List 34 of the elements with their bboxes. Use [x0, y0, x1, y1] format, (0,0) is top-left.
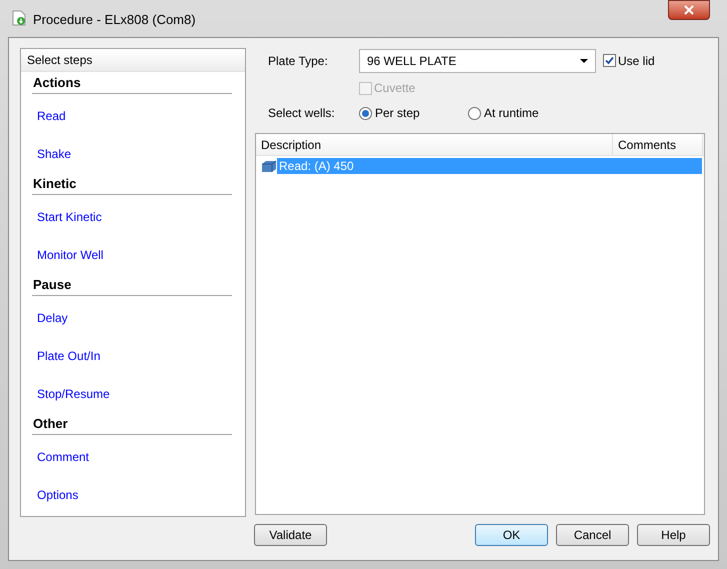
- radio-label: Per step: [375, 105, 420, 122]
- group-heading: Kinetic: [32, 173, 232, 195]
- group-heading: Other: [32, 413, 232, 435]
- radio-label: At runtime: [484, 105, 539, 122]
- dialog-button[interactable]: Validate: [254, 524, 327, 546]
- radio-button[interactable]: [468, 106, 481, 120]
- step-link[interactable]: Read: [37, 107, 66, 125]
- step-link[interactable]: Delay: [37, 309, 68, 327]
- column-header[interactable]: Comments: [613, 134, 703, 155]
- dialog-button[interactable]: Cancel: [556, 524, 629, 546]
- step-link[interactable]: Monitor Well: [37, 246, 104, 264]
- field-label: Select wells:: [268, 105, 336, 122]
- column-header[interactable]: Description: [256, 134, 613, 155]
- step-link[interactable]: Comment: [37, 448, 90, 466]
- close-button[interactable]: [668, 0, 710, 20]
- step-link[interactable]: Plate Out/In: [37, 347, 100, 365]
- step-link[interactable]: Start Kinetic: [37, 208, 102, 226]
- dialog-button[interactable]: Help: [637, 524, 710, 546]
- close-icon: [684, 5, 694, 15]
- plate-type-dropdown[interactable]: 96 WELL PLATE: [359, 48, 596, 72]
- group-heading: Pause: [32, 274, 232, 296]
- checkbox[interactable]: [603, 54, 616, 67]
- window-title: Procedure - ELx808 (Com8): [33, 11, 196, 29]
- group-heading: Actions: [32, 72, 232, 94]
- radio-button[interactable]: [359, 106, 372, 120]
- step-link[interactable]: Options: [37, 486, 78, 504]
- dialog-button[interactable]: OK: [475, 524, 548, 546]
- document-icon: [12, 10, 26, 26]
- checkbox-label: Use lid: [618, 52, 655, 70]
- dropdown-arrow-icon: [580, 58, 588, 62]
- step-link[interactable]: Stop/Resume: [37, 385, 110, 403]
- step-link[interactable]: Shake: [37, 145, 72, 163]
- checkbox-label: Cuvette: [374, 80, 416, 97]
- field-label: Plate Type:: [268, 52, 329, 70]
